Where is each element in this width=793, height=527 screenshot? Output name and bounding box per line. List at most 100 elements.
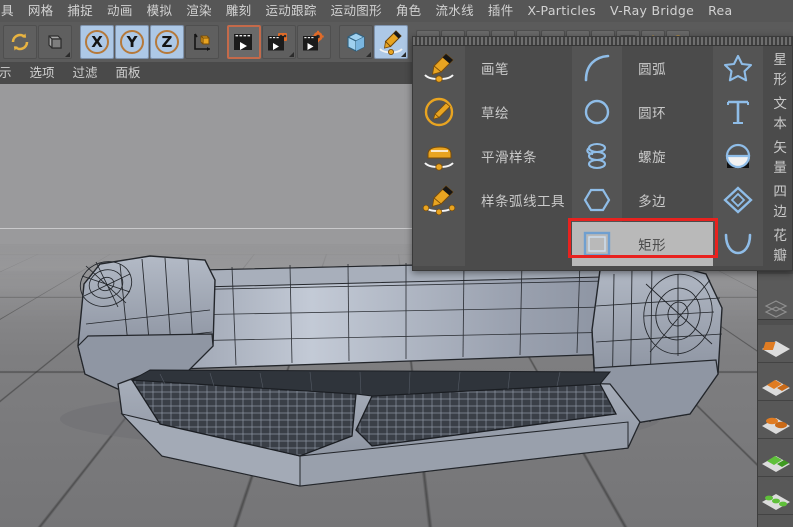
popup-item-label: 平滑样条	[465, 134, 573, 178]
menu-item-motion-tracker[interactable]: 运动跟踪	[258, 0, 323, 22]
smooth-spline-icon	[424, 146, 454, 171]
popup-item-label: 星形	[763, 46, 792, 90]
menu-item-plugins[interactable]: 插件	[481, 0, 521, 22]
spline-arc-tool-icon-cell	[413, 178, 465, 222]
viewport-menu-options[interactable]: 选项	[21, 62, 64, 84]
n-side-icon	[583, 188, 611, 212]
axis-x-label: X	[91, 33, 103, 51]
c4d-window: 具 网格 捕捉 动画 模拟 渲染 雕刻 运动跟踪 运动图形 角色 流水线 插件 …	[0, 0, 793, 527]
menu-item-pipeline[interactable]: 流水线	[428, 0, 480, 22]
cube-primitive-button[interactable]	[339, 25, 373, 59]
menu-item-render[interactable]: 渲染	[179, 0, 219, 22]
material-thumb-orange-3	[762, 417, 790, 434]
coordinate-widget[interactable]: X Y Z	[758, 274, 793, 512]
menu-item-mograph[interactable]: 运动图形	[324, 0, 389, 22]
popup-column-primitives: 圆弧 圆环 螺旋 多边 矩形	[568, 46, 719, 272]
viewport-menu-panel[interactable]: 面板	[107, 62, 150, 84]
menu-item-simulate[interactable]: 模拟	[140, 0, 180, 22]
popup-item-rhombus[interactable]: 四边	[713, 178, 792, 222]
list-item[interactable]	[758, 325, 793, 363]
smooth-spline-icon-cell	[413, 134, 465, 178]
axis-lock-group: X Y Z	[80, 24, 220, 60]
menu-item-character[interactable]: 角色	[389, 0, 429, 22]
axis-z-icon: Z	[155, 30, 179, 54]
popup-item-text[interactable]: 文本	[713, 90, 792, 134]
sketch-spline-icon-cell	[413, 90, 465, 134]
menu-item-tools[interactable]: 具	[0, 0, 21, 22]
axis-y-icon: Y	[120, 30, 144, 54]
popup-item-label: 螺旋	[622, 134, 714, 178]
material-thumbnail-list[interactable]	[758, 325, 793, 527]
axis-z-button[interactable]: Z	[150, 25, 184, 59]
popup-item-smooth-spline[interactable]: 平滑样条	[413, 134, 573, 178]
text-icon	[727, 100, 750, 124]
popup-item-vector[interactable]: 矢量	[713, 134, 792, 178]
list-item[interactable]	[758, 477, 793, 515]
popup-item-sketch[interactable]: 草绘	[413, 90, 573, 134]
more-corner-icon	[366, 52, 371, 57]
object-axis-button[interactable]	[38, 25, 72, 59]
transform-group	[3, 24, 73, 60]
render-view-button[interactable]	[227, 25, 261, 59]
popup-item-rectangle[interactable]: 矩形	[568, 218, 719, 266]
axis-z-label: Z	[161, 33, 173, 51]
star-icon	[724, 54, 753, 82]
popup-item-label: 画笔	[465, 46, 573, 90]
popup-item-circle[interactable]: 圆环	[572, 90, 714, 134]
list-item[interactable]	[758, 515, 793, 527]
menu-item-snap[interactable]: 捕捉	[60, 0, 100, 22]
spline-palette-popup[interactable]: 画笔 草绘 平滑样条 样条弧线工具 圆弧 圆环 螺旋 多边 矩形 星形 文本 矢…	[412, 36, 793, 271]
menu-item-sculpt[interactable]: 雕刻	[219, 0, 259, 22]
more-corner-icon	[401, 52, 406, 57]
popup-item-helix[interactable]: 螺旋	[572, 134, 714, 178]
material-thumb-green-2	[762, 494, 790, 510]
popup-item-cogwheel[interactable]: 花瓣	[713, 222, 792, 266]
material-thumb-green-1	[762, 456, 790, 472]
popup-item-label: 矩形	[622, 222, 714, 266]
rectangle-icon	[583, 231, 611, 257]
menu-item-vray-bridge[interactable]: V-Ray Bridge	[603, 0, 701, 22]
popup-drag-handle[interactable]	[413, 37, 792, 46]
render-region-button[interactable]	[262, 25, 296, 59]
object-axis-icon	[48, 35, 62, 49]
viewport-menu-filter[interactable]: 过滤	[64, 62, 107, 84]
cogwheel-icon	[725, 233, 752, 255]
menu-item-realflow[interactable]: Rea	[701, 0, 739, 22]
list-item[interactable]	[758, 363, 793, 401]
more-corner-icon	[289, 52, 294, 57]
menu-item-xparticles[interactable]: X-Particles	[521, 0, 603, 22]
material-thumb-orange-1	[762, 341, 790, 357]
world-coordinate-icon	[194, 33, 210, 51]
menu-item-animation[interactable]: 动画	[100, 0, 140, 22]
popup-item-label: 圆环	[622, 90, 714, 134]
popup-item-arc[interactable]: 圆弧	[572, 46, 714, 90]
popup-item-nside[interactable]: 多边	[572, 178, 714, 222]
render-settings-button[interactable]	[297, 25, 331, 59]
helix-icon-cell	[572, 134, 623, 178]
axis-y-button[interactable]: Y	[115, 25, 149, 59]
more-corner-icon	[65, 52, 70, 57]
render-settings-icon	[303, 30, 324, 51]
popup-item-label: 草绘	[465, 90, 573, 134]
list-item[interactable]	[758, 401, 793, 439]
vector-icon-cell	[713, 134, 764, 178]
arc-icon-cell	[572, 46, 623, 90]
popup-column-shapes: 星形 文本 矢量 四边 花瓣	[713, 46, 792, 272]
spline-pen-button[interactable]	[374, 25, 408, 59]
popup-item-star[interactable]: 星形	[713, 46, 792, 90]
popup-item-spline-arc-tool[interactable]: 样条弧线工具	[413, 178, 573, 222]
vector-icon	[726, 143, 751, 169]
popup-item-label: 圆弧	[622, 46, 714, 90]
world-coordinate-button[interactable]	[185, 25, 219, 59]
arc-icon	[584, 54, 610, 82]
axis-x-button[interactable]: X	[80, 25, 114, 59]
list-item[interactable]	[758, 439, 793, 477]
rotate-button[interactable]	[3, 25, 37, 59]
menu-item-mesh[interactable]: 网格	[21, 0, 61, 22]
axis-y-label: Y	[126, 33, 138, 51]
circle-icon-cell	[572, 90, 623, 134]
popup-item-pen[interactable]: 画笔	[413, 46, 573, 90]
viewport-menu-display[interactable]: 示	[0, 62, 21, 84]
helix-icon	[586, 142, 607, 170]
rotate-icon	[11, 33, 29, 51]
